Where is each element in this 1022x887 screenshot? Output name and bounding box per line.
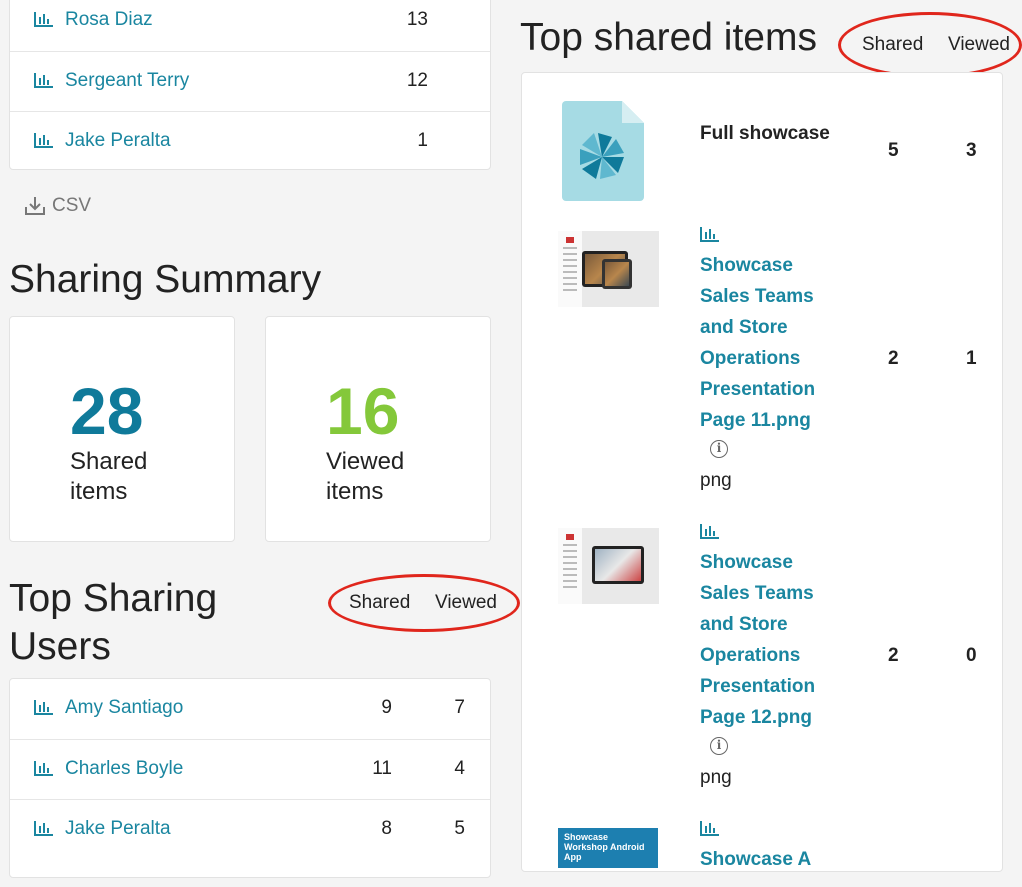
shared-count: 5	[888, 140, 899, 161]
list-item: Jake Peralta 1	[10, 111, 490, 172]
shared-count: 12	[406, 70, 428, 91]
highlight-circle	[328, 574, 520, 632]
shared-count: 2	[888, 348, 899, 369]
bar-chart-icon[interactable]	[700, 820, 720, 836]
file-type: png	[700, 470, 732, 491]
list-item: Charles Boyle 11 4	[10, 739, 490, 800]
user-name-link[interactable]: Jake Peralta	[65, 130, 171, 152]
bar-chart-icon[interactable]	[700, 523, 720, 539]
item-name: Full showcase	[700, 123, 830, 144]
shared-count: 9	[381, 697, 392, 718]
viewed-count: 3	[966, 140, 977, 161]
list-item: Showcase Workshop Android App Showcase A	[522, 807, 1002, 887]
list-item: Jake Peralta 8 5	[10, 799, 490, 860]
top-sharing-users-list: Amy Santiago 9 7 Charles Boyle 11 4 Jake…	[9, 678, 491, 878]
file-type: png	[700, 767, 732, 788]
viewed-items-card: 16 Viewed items	[265, 316, 491, 542]
top-sharing-users-title: Top Sharing Users	[9, 577, 218, 668]
viewed-count: 1	[966, 348, 977, 369]
list-item: Sergeant Terry 12	[10, 51, 490, 112]
csv-download-button[interactable]: CSV	[24, 193, 91, 219]
item-name-link[interactable]: Showcase Sales Teams and Store Operation…	[700, 250, 840, 436]
bar-chart-icon[interactable]	[34, 760, 54, 776]
viewed-items-label: Viewed items	[326, 448, 405, 505]
shared-items-count: 28	[70, 374, 144, 448]
list-item: Full showcase 5 3	[522, 73, 1002, 213]
slide-thumbnail	[558, 528, 659, 604]
viewed-items-count: 16	[326, 374, 400, 448]
shared-items-card: 28 Shared items	[9, 316, 235, 542]
showcase-logo-icon	[562, 101, 644, 201]
shared-count: 13	[406, 9, 428, 30]
top-shared-items-title: Top shared items	[520, 16, 817, 59]
viewed-count: 5	[454, 818, 465, 839]
item-name-link[interactable]: Showcase Sales Teams and Store Operation…	[700, 547, 840, 733]
list-item: Amy Santiago 9 7	[10, 679, 490, 739]
download-icon	[25, 197, 45, 215]
viewed-count: 0	[966, 645, 977, 666]
shared-count: 2	[888, 645, 899, 666]
bar-chart-icon[interactable]	[34, 820, 54, 836]
highlight-circle	[838, 12, 1022, 78]
viewed-count: 7	[454, 697, 465, 718]
bar-chart-icon[interactable]	[34, 72, 54, 88]
list-item: Showcase Sales Teams and Store Operation…	[522, 510, 1002, 800]
bar-chart-icon[interactable]	[34, 11, 54, 27]
bar-chart-icon[interactable]	[700, 226, 720, 242]
list-item: Showcase Sales Teams and Store Operation…	[522, 213, 1002, 503]
sharing-summary-title: Sharing Summary	[9, 258, 322, 301]
top-shared-items-list: Full showcase 5 3 Showcase Sales Teams a…	[521, 72, 1003, 872]
slide-thumbnail	[558, 231, 659, 307]
user-name-link[interactable]: Sergeant Terry	[65, 70, 189, 92]
user-name-link[interactable]: Rosa Diaz	[65, 9, 153, 31]
info-icon[interactable]: i	[710, 440, 728, 458]
shared-count: 1	[417, 130, 428, 151]
item-name-link[interactable]: Showcase A	[700, 844, 900, 875]
top-users-list-partial: Rosa Diaz 13 Sergeant Terry 12 Jake Pera…	[9, 0, 491, 170]
user-name-link[interactable]: Jake Peralta	[65, 818, 171, 840]
user-name-link[interactable]: Charles Boyle	[65, 758, 183, 780]
shared-count: 8	[381, 818, 392, 839]
info-icon[interactable]: i	[710, 737, 728, 755]
list-item: Rosa Diaz 13	[10, 0, 490, 51]
bar-chart-icon[interactable]	[34, 699, 54, 715]
shared-count: 11	[372, 758, 392, 779]
shared-items-label: Shared items	[70, 448, 148, 505]
bar-chart-icon[interactable]	[34, 132, 54, 148]
viewed-count: 4	[454, 758, 465, 779]
slide-thumbnail: Showcase Workshop Android App	[558, 828, 658, 868]
csv-label: CSV	[52, 195, 92, 216]
user-name-link[interactable]: Amy Santiago	[65, 697, 183, 719]
